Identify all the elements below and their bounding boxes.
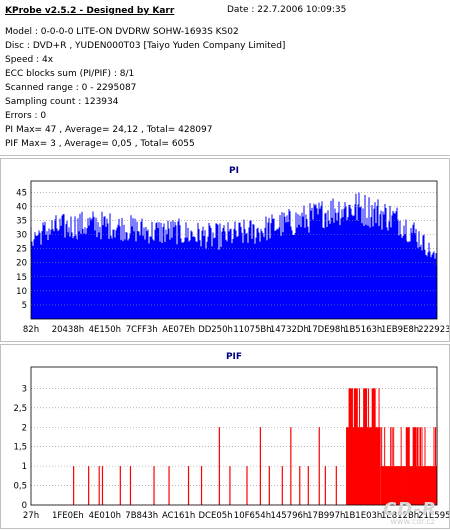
x-tick-label: 14732Dh [270,325,309,335]
info-pif-stats: PIF Max= 3 , Average= 0,05 , Total= 6055 [5,139,195,149]
y-tick-label: 20 [16,259,27,269]
pif-chart: PIF 0 0,5 1 1,5 2 2,5 3 27h 1FE0Eh 4E010h 7B843h AC1… [13,352,450,521]
app-title: KProbe v2.5.2 - Designed by Karr [5,6,175,16]
info-ecc-blocks: ECC blocks sum (PI/PIF) : 8/1 [5,69,135,79]
x-tick-label: 1B1E03h [344,511,382,521]
y-tick-label: 2 [22,423,27,433]
x-tick-label: 4E010h [89,511,121,521]
info-scanned-range: Scanned range : 0 - 2295087 [5,83,137,93]
pif-peak [353,388,358,505]
y-tick-label: 15 [16,273,27,283]
info-pi-stats: PI Max= 47 , Average= 24,12 , Total= 428… [5,125,213,135]
x-tick-label: 27h [23,511,39,521]
pif-peak [363,388,368,505]
info-disc: Disc : DVD+R , YUDEN000T03 [Taiyo Yuden … [5,41,286,51]
y-tick-label: 0,5 [13,482,27,492]
x-tick-label: 1FE0Eh [52,511,84,521]
pif-peak [412,427,417,505]
pif-peak [348,388,353,505]
info-model: Model : 0-0-0-0 LITE-ON DVDRW SOHW-1693S… [5,27,239,37]
pi-panel: PI 5 10 15 20 25 30 35 40 45 82h 20438h 4E150h 7CFF3h… [0,158,450,342]
scan-date: Date : 22.7.2006 10:09:35 [227,5,347,15]
y-tick-label: 45 [16,188,27,198]
y-tick-label: 2,5 [13,404,27,414]
x-tick-label: 10F654h [234,511,271,521]
y-tick-label: 25 [16,245,27,255]
x-tick-label: 7B843h [125,511,158,521]
chart-title: PI [229,166,239,176]
x-tick-label: 1B5163h [344,325,382,335]
x-tick-label: DD250h [198,325,233,335]
x-tick-label: 1EB9E8h [381,325,419,335]
pif-peak [371,388,376,505]
scan-info-panel: KProbe v2.5.2 - Designed by Karr Date : … [0,0,450,156]
y-tick-label: 30 [16,231,27,241]
pi-chart: PI 5 10 15 20 25 30 35 40 45 82h 20438h 4E150h 7CFF3h… [16,166,450,335]
info-speed: Speed : 4x [5,55,54,65]
y-tick-label: 5 [22,301,27,311]
y-tick-label: 3 [22,384,27,394]
x-tick-label: AC161h [162,511,195,521]
x-tick-label: 4E150h [89,325,121,335]
y-tick-label: 40 [16,202,27,212]
watermark-url: www.cdr.cz [390,517,435,526]
y-tick-label: 1 [22,462,27,472]
x-tick-label: 145796h [270,511,308,521]
x-tick-label: 7CFF3h [126,325,158,335]
x-tick-label: 20438h [52,325,84,335]
pif-panel: PIF 0 0,5 1 1,5 2 2,5 3 27h 1FE0Eh 4E010h 7B843h AC1… [0,344,450,529]
y-tick-label: 10 [16,287,27,297]
x-tick-label: 17B997h [307,511,345,521]
y-tick-label: 0 [22,501,27,511]
x-tick-label: 17DE98h [307,325,346,335]
info-errors: Errors : 0 [5,111,47,121]
pif-peak [405,427,410,505]
x-tick-label: 82h [23,325,39,335]
y-tick-label: 35 [16,216,27,226]
info-sampling-count: Sampling count : 123934 [5,97,119,107]
x-tick-label: AE07Eh [162,325,195,335]
x-tick-label: 11075Bh [233,325,271,335]
x-tick-label: DCE05h [199,511,233,521]
y-tick-label: 1,5 [13,443,27,453]
x-tick-label: 222923h [418,325,449,335]
chart-title: PIF [226,352,242,362]
